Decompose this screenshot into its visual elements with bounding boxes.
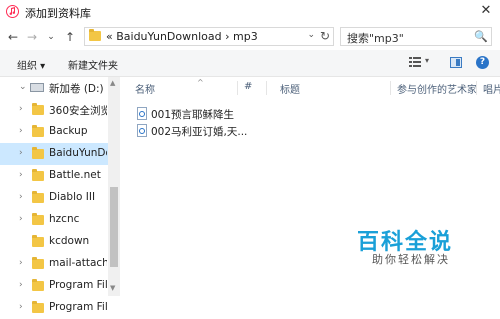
- folder-icon: [32, 169, 44, 181]
- chevron-right-icon[interactable]: ›: [19, 192, 23, 202]
- organize-button[interactable]: 组织 ▾: [17, 57, 45, 72]
- refresh-icon[interactable]: ↻: [320, 29, 330, 43]
- file-name: 002马利亚订婚,天...: [151, 126, 248, 138]
- nav-item-label: Backup: [49, 125, 88, 137]
- scrollbar-thumb[interactable]: [110, 187, 118, 267]
- navigation-pane: ⌄ 新加卷 (D:) › 360安全浏览器 › Backup › BaiduYu…: [0, 77, 120, 313]
- chevron-down-icon[interactable]: ⌄: [19, 82, 27, 92]
- chevron-right-icon[interactable]: ›: [19, 280, 23, 290]
- address-dropdown-icon[interactable]: ⌄: [307, 30, 315, 40]
- folder-icon: [32, 125, 44, 137]
- chevron-right-icon[interactable]: ›: [19, 214, 23, 224]
- column-header-album[interactable]: 唱片: [483, 81, 500, 96]
- address-row: ← → ⌄ ↑ « BaiduYunDownload › mp3 ⌄ ↻ 搜索"…: [0, 24, 500, 50]
- watermark-subtitle: 助你轻松解决: [372, 253, 450, 266]
- column-divider[interactable]: [390, 81, 391, 95]
- column-divider[interactable]: [476, 81, 477, 95]
- file-row[interactable]: 002马利亚订婚,天...: [135, 123, 255, 139]
- folder-icon: [32, 213, 44, 225]
- folder-icon: [32, 301, 44, 313]
- close-button[interactable]: ✕: [476, 2, 496, 20]
- folder-icon: [32, 257, 44, 269]
- nav-item-program-files-x86[interactable]: › Program Files: [0, 297, 108, 319]
- up-arrow-icon[interactable]: ↑: [62, 29, 78, 45]
- nav-item-label: 360安全浏览器: [49, 105, 107, 117]
- address-bar[interactable]: « BaiduYunDownload › mp3 ⌄ ↻: [84, 27, 334, 46]
- nav-item-diablo3[interactable]: › Diablo III: [0, 187, 108, 209]
- nav-item-label: kcdown: [49, 235, 90, 247]
- nav-item-mail-attach[interactable]: › mail-attach: [0, 253, 108, 275]
- chevron-right-icon[interactable]: ›: [19, 302, 23, 312]
- nav-item-label: Battle.net: [49, 169, 101, 181]
- folder-icon: [32, 191, 44, 203]
- nav-item-label: Program Files: [49, 301, 107, 313]
- audio-file-icon: [137, 107, 147, 120]
- itunes-icon: [6, 5, 19, 18]
- column-header-number[interactable]: #: [244, 81, 252, 92]
- nav-item-backup[interactable]: › Backup: [0, 121, 108, 143]
- view-options-icon[interactable]: [409, 57, 421, 68]
- nav-item-label: Diablo III: [49, 191, 96, 203]
- nav-item-label: BaiduYunDownload: [49, 147, 107, 159]
- nav-item-baiduyundownload[interactable]: › BaiduYunDownload: [0, 143, 108, 165]
- search-placeholder: 搜索"mp3": [347, 32, 404, 45]
- folder-icon: [32, 279, 44, 291]
- nav-item-label: hzcnc: [49, 213, 80, 225]
- nav-item-label: 新加卷 (D:): [49, 83, 104, 95]
- file-name: 001预言耶稣降生: [151, 109, 235, 121]
- window-title: 添加到资料库: [25, 7, 91, 20]
- folder-icon: [32, 103, 44, 115]
- preview-pane-icon[interactable]: [450, 57, 462, 68]
- column-header-name-label: 名称: [135, 85, 155, 96]
- folder-icon: [32, 147, 44, 159]
- chevron-right-icon[interactable]: ›: [19, 258, 23, 268]
- chevron-right-icon[interactable]: ›: [19, 104, 23, 114]
- nav-item-program-files[interactable]: › Program Files: [0, 275, 108, 297]
- nav-item-kcdown[interactable]: kcdown: [0, 231, 108, 253]
- nav-item-drive-d[interactable]: ⌄ 新加卷 (D:): [0, 77, 108, 99]
- nav-item-hzcnc[interactable]: › hzcnc: [0, 209, 108, 231]
- help-icon[interactable]: ?: [476, 56, 489, 69]
- scroll-up-arrow-icon[interactable]: ▲: [110, 79, 115, 87]
- chevron-right-icon[interactable]: ›: [19, 170, 23, 180]
- column-divider[interactable]: [266, 81, 267, 95]
- chevron-right-icon[interactable]: ›: [19, 148, 23, 158]
- new-folder-button[interactable]: 新建文件夹: [68, 57, 118, 72]
- nav-item-battlenet[interactable]: › Battle.net: [0, 165, 108, 187]
- view-dropdown-icon[interactable]: ▾: [425, 56, 429, 65]
- chevron-right-icon[interactable]: ›: [19, 126, 23, 136]
- audio-file-icon: [137, 124, 147, 137]
- search-input[interactable]: 搜索"mp3" 🔍: [340, 27, 492, 46]
- column-header-title[interactable]: 标题: [280, 81, 300, 96]
- title-bar: 添加到资料库 ✕: [0, 0, 500, 24]
- nav-item-label: mail-attach: [49, 257, 107, 269]
- address-path[interactable]: « BaiduYunDownload › mp3: [106, 30, 258, 43]
- nav-item-360browser[interactable]: › 360安全浏览器: [0, 99, 108, 121]
- scroll-down-arrow-icon[interactable]: ▼: [110, 284, 115, 292]
- drive-icon: [30, 83, 44, 92]
- column-header-artists[interactable]: 参与创作的艺术家: [397, 81, 477, 96]
- back-arrow-icon[interactable]: ←: [5, 29, 21, 45]
- nav-item-label: Program Files: [49, 279, 107, 291]
- sort-ascending-icon: ^: [197, 78, 204, 87]
- folder-icon: [89, 29, 101, 41]
- column-divider[interactable]: [237, 81, 238, 95]
- forward-arrow-icon[interactable]: →: [24, 29, 40, 45]
- toolbar: 组织 ▾ 新建文件夹 ▾ ?: [0, 50, 500, 77]
- recent-locations-icon[interactable]: ⌄: [43, 29, 59, 45]
- search-icon[interactable]: 🔍: [474, 30, 488, 43]
- file-row[interactable]: 001预言耶稣降生: [135, 106, 255, 122]
- folder-icon: [32, 235, 44, 247]
- nav-scrollbar[interactable]: ▲ ▼: [108, 77, 120, 296]
- column-header-name[interactable]: 名称 ^: [135, 78, 204, 96]
